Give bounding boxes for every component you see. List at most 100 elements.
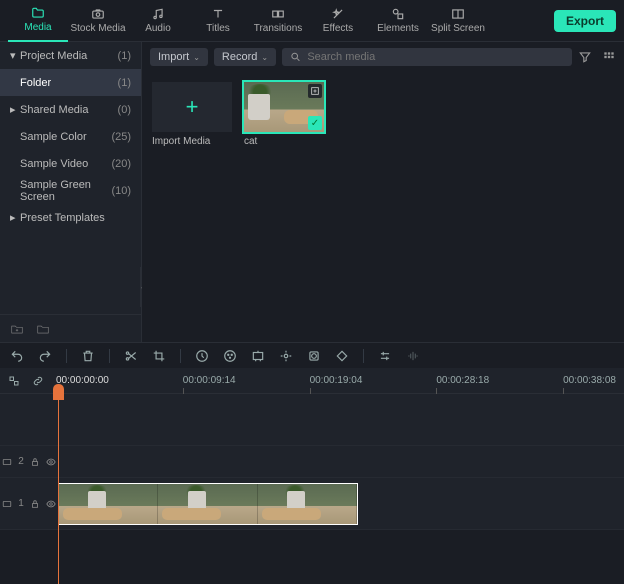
timeline-clip-cat[interactable]: cat <box>58 483 358 525</box>
timeline-header: 00:00:00:00 00:00:09:14 00:00:19:04 00:0… <box>0 368 624 394</box>
track-head: 1 <box>0 498 58 509</box>
sidebar-item-sample-color[interactable]: Sample Color (25) <box>0 123 141 150</box>
sidebar-item-sample-video[interactable]: Sample Video (20) <box>0 150 141 177</box>
sidebar-item-count: (1) <box>118 50 131 62</box>
timeline-track-1[interactable]: 1 cat <box>0 478 624 530</box>
timeline-spacer-row <box>0 394 624 446</box>
media-tile-cat[interactable]: ✓ cat <box>244 82 324 147</box>
sidebar-item-project-media[interactable]: ▾ Project Media (1) <box>0 42 141 69</box>
tab-label: Stock Media <box>70 23 125 34</box>
lock-icon[interactable] <box>30 457 40 467</box>
record-label: Record <box>222 51 257 63</box>
match-icon[interactable] <box>8 375 20 387</box>
timecode: 00:00:00:00 <box>56 375 109 386</box>
export-button[interactable]: Export <box>554 10 616 32</box>
tab-titles[interactable]: Titles <box>188 0 248 42</box>
sidebar-item-shared-media[interactable]: ▸ Shared Media (0) <box>0 96 141 123</box>
crop-icon[interactable] <box>152 349 166 363</box>
sidebar-item-preset-templates[interactable]: ▸ Preset Templates <box>0 204 141 231</box>
speed-icon[interactable] <box>195 349 209 363</box>
import-media-tile[interactable]: + Import Media <box>152 82 232 147</box>
tab-media[interactable]: Media <box>8 0 68 42</box>
tab-elements[interactable]: Elements <box>368 0 428 42</box>
green-screen-icon[interactable] <box>251 349 265 363</box>
chevron-right-icon: ▸ <box>10 103 20 116</box>
tab-split-screen[interactable]: Split Screen <box>428 0 488 42</box>
timeline-track-2[interactable]: 2 <box>0 446 624 478</box>
undo-icon[interactable] <box>10 349 24 363</box>
media-thumbnail: ✓ <box>244 82 324 132</box>
elements-icon <box>391 7 405 21</box>
tab-label: Media <box>24 22 51 33</box>
track-number: 2 <box>18 456 24 467</box>
split-icon[interactable] <box>124 349 138 363</box>
redo-icon[interactable] <box>38 349 52 363</box>
tab-label: Audio <box>145 23 171 34</box>
sidebar-item-sample-green[interactable]: Sample Green Screen (10) <box>0 177 141 204</box>
sidebar-item-label: Project Media <box>20 50 87 62</box>
content-bar: Import ⌄ Record ⌄ <box>142 42 624 72</box>
search-input[interactable] <box>307 51 564 63</box>
sidebar-bottom-tools <box>0 314 141 342</box>
sidebar-item-label: Sample Green Screen <box>20 179 111 203</box>
main: ▾ Project Media (1) Folder (1) ▸ Shared … <box>0 42 624 342</box>
color-icon[interactable] <box>223 349 237 363</box>
tab-label: Split Screen <box>431 23 485 34</box>
content-view-tools <box>578 50 616 64</box>
timecode: 00:00:09:14 <box>183 375 236 386</box>
sidebar-item-count: (25) <box>111 131 131 143</box>
add-to-timeline-icon[interactable] <box>308 84 322 98</box>
lock-icon[interactable] <box>30 499 40 509</box>
playhead[interactable] <box>58 394 59 584</box>
sidebar-item-count: (20) <box>111 158 131 170</box>
tab-stock-media[interactable]: Stock Media <box>68 0 128 42</box>
timecode: 00:00:38:08 <box>563 375 616 386</box>
chevron-right-icon: ▸ <box>10 211 20 224</box>
adjust-icon[interactable] <box>378 349 392 363</box>
tab-effects[interactable]: Effects <box>308 0 368 42</box>
plus-icon: + <box>152 82 232 132</box>
media-grid: + Import Media ✓ cat <box>142 72 624 157</box>
chevron-down-icon: ⌄ <box>261 53 268 62</box>
sidebar-item-label: Sample Color <box>20 131 87 143</box>
timecode: 00:00:19:04 <box>310 375 363 386</box>
import-dropdown[interactable]: Import ⌄ <box>150 48 208 66</box>
new-folder-icon[interactable] <box>10 322 24 336</box>
chevron-down-icon: ⌄ <box>193 53 200 62</box>
timeline-toolbar <box>0 342 624 368</box>
sidebar-item-label: Preset Templates <box>20 212 105 224</box>
search-box[interactable] <box>282 48 572 66</box>
keyframe-icon[interactable] <box>335 349 349 363</box>
camera-icon <box>91 7 105 21</box>
selected-check-icon: ✓ <box>308 116 322 130</box>
transitions-icon <box>271 7 285 21</box>
folder-icon <box>31 6 45 20</box>
split-screen-icon <box>451 7 465 21</box>
timeline-ruler[interactable]: 00:00:00:00 00:00:09:14 00:00:19:04 00:0… <box>56 371 616 391</box>
tab-transitions[interactable]: Transitions <box>248 0 308 42</box>
sidebar-item-label: Shared Media <box>20 104 89 116</box>
delete-icon[interactable] <box>81 349 95 363</box>
eye-icon[interactable] <box>46 499 56 509</box>
grid-view-icon[interactable] <box>602 50 616 64</box>
sidebar-item-count: (1) <box>118 77 131 89</box>
import-label: Import <box>158 51 189 63</box>
chevron-down-icon: ▾ <box>10 49 20 62</box>
audio-waveform-icon[interactable] <box>406 349 420 363</box>
search-icon <box>290 51 301 63</box>
timeline-body[interactable]: 2 1 cat <box>0 394 624 530</box>
tab-audio[interactable]: Audio <box>128 0 188 42</box>
sidebar-item-folder[interactable]: Folder (1) <box>0 69 141 96</box>
motion-tracking-icon[interactable] <box>279 349 293 363</box>
eye-icon[interactable] <box>46 457 56 467</box>
topbar-tabs: Media Stock Media Audio Titles Transitio… <box>8 0 488 42</box>
mask-icon[interactable] <box>307 349 321 363</box>
topbar: Media Stock Media Audio Titles Transitio… <box>0 0 624 42</box>
video-track-icon <box>2 457 12 467</box>
folder-icon[interactable] <box>36 322 50 336</box>
filter-icon[interactable] <box>578 50 592 64</box>
timecode: 00:00:28:18 <box>436 375 489 386</box>
link-icon[interactable] <box>32 375 44 387</box>
track-number: 1 <box>18 498 24 509</box>
record-dropdown[interactable]: Record ⌄ <box>214 48 276 66</box>
